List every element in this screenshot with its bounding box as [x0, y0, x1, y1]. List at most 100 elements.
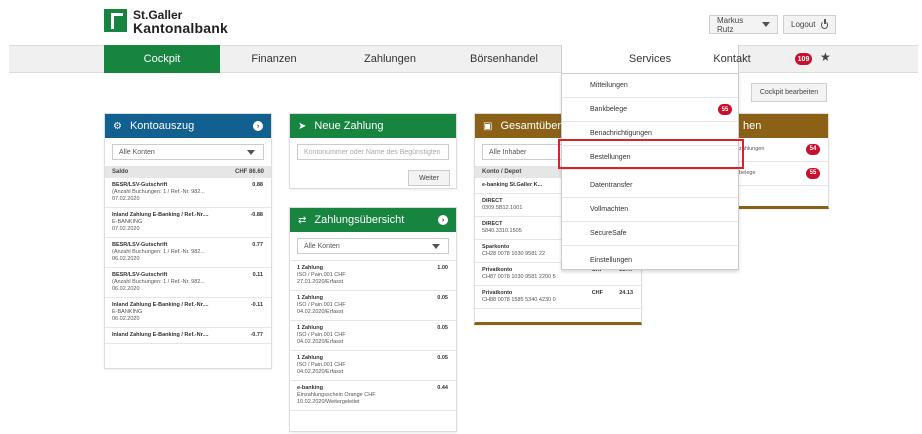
transfer-icon: ⇄: [298, 214, 307, 226]
konto-depot-label: Konto / Depot: [482, 169, 522, 175]
row-t: Inland Zahlung E-Banking / Ref.-Nr....: [112, 332, 209, 338]
menu-item-bankbelege[interactable]: Bankbelege 55: [562, 98, 738, 122]
list-item[interactable]: Inland Zahlung E-Banking / Ref.-Nr.... -0…: [105, 328, 271, 344]
list-item[interactable]: Privatkonto CH88 0078 1585 5340 4230 0 24.…: [475, 286, 641, 309]
list-item[interactable]: Inland Zahlung E-Banking / Ref.-Nr.... E-…: [105, 208, 271, 238]
nav-cockpit[interactable]: Cockpit: [104, 45, 220, 73]
edit-cockpit-button[interactable]: Cockpit bearbeiten: [751, 83, 827, 102]
menu-item-label: Mitteilungen: [590, 82, 628, 89]
zahlungsuebersicht-title: Zahlungsübersicht: [314, 214, 405, 226]
weiter-button[interactable]: Weiter: [408, 170, 450, 186]
row-d: ISO / Pain.001 CHF: [297, 302, 346, 308]
menu-item-securesafe[interactable]: SecureSafe: [562, 222, 738, 246]
row-d: (Anzahl Buchungen: 1 / Ref.-Nr. 982...: [112, 279, 205, 285]
saldo-row: Saldo CHF 86.60: [105, 166, 271, 178]
transaction-list: BESR/LSV-Gutschrift (Anzahl Buchungen: 1 …: [105, 178, 271, 344]
row-d: (Anzahl Buchungen: 1 / Ref.-Nr. 982...: [112, 249, 205, 255]
user-name: Markus Rutz: [717, 15, 744, 34]
row-amount: 0.77: [252, 242, 263, 248]
menu-item-label: SecureSafe: [590, 230, 627, 237]
wallet-icon: ▣: [483, 120, 493, 132]
menu-item-label: Benachrichtigungen: [590, 130, 652, 137]
row-amount: 0.05: [437, 325, 448, 331]
payment-list: 1 Zahlung ISO / Pain.001 CHF 27.01.2020/Er…: [290, 260, 456, 411]
row-d: Einzahlungsschein Orange CHF: [297, 392, 376, 398]
list-item[interactable]: 1 Zahlung ISO / Pain.001 CHF 04.02.2020/Er…: [290, 291, 456, 321]
power-icon: [821, 18, 828, 29]
row-d: ISO / Pain.001 CHF: [297, 332, 346, 338]
row-date: 04.02.2020/Erfasst: [297, 309, 344, 315]
zahlungsuebersicht-header[interactable]: ⇄ Zahlungsübersicht ›: [290, 208, 456, 232]
row-date: 07.02.2020: [112, 226, 140, 232]
row-date: 04.02.2020/Erfasst: [297, 339, 344, 345]
neue-zahlung-panel: ➤ Neue Zahlung Kontonummer oder Name des…: [289, 113, 457, 189]
neue-zahlung-header: ➤ Neue Zahlung: [290, 114, 456, 138]
row-d: (Anzahl Buchungen: 1 / Ref.-Nr. 982...: [112, 189, 205, 195]
row-d: CH87 0078 1030 9581 2200 5: [482, 274, 556, 280]
row-d: E-BANKING: [112, 219, 143, 225]
row-t: 1 Zahlung: [297, 355, 323, 361]
recipient-input[interactable]: Kontonummer oder Name des Begünstigten: [297, 144, 449, 160]
row-amount: 0.44: [437, 385, 448, 391]
neue-zahlung-title: Neue Zahlung: [314, 120, 384, 132]
kontoauszug-header[interactable]: ⚙ Kontoauszug ›: [105, 114, 271, 138]
user-menu-button[interactable]: Markus Rutz: [709, 15, 778, 34]
list-item[interactable]: BESR/LSV-Gutschrift (Anzahl Buchungen: 1 …: [105, 268, 271, 298]
row-d: CH88 0078 1585 5340 4230 0: [482, 297, 556, 303]
nav-finanzen[interactable]: Finanzen: [224, 45, 324, 73]
payments-account-select[interactable]: Alle Konten: [297, 238, 449, 254]
saldo-value: CHF 86.60: [234, 169, 264, 175]
nachrichten-title: hen: [743, 120, 762, 132]
nav-zahlungen[interactable]: Zahlungen: [332, 45, 448, 73]
logout-button[interactable]: Logout: [783, 15, 836, 34]
notification-badge[interactable]: 109: [795, 53, 812, 65]
list-item[interactable]: 1 Zahlung ISO / Pain.001 CHF 04.02.2020/Er…: [290, 351, 456, 381]
services-dropdown: Mitteilungen Bankbelege 55 Benachrichtigu…: [561, 73, 739, 270]
menu-badge: 55: [718, 104, 732, 115]
kontoauszug-panel: ⚙ Kontoauszug › Alle Konten Saldo CHF 86…: [104, 113, 272, 369]
row-t: 1 Zahlung: [297, 325, 323, 331]
nav-kontakt[interactable]: Kontakt: [680, 45, 784, 73]
logout-label: Logout: [791, 20, 816, 29]
list-item[interactable]: BESR/LSV-Gutschrift (Anzahl Buchungen: 1 …: [105, 238, 271, 268]
menu-item-datentransfer[interactable]: Datentransfer: [562, 174, 738, 198]
list-item[interactable]: e-banking Einzahlungsschein Orange CHF 10.…: [290, 381, 456, 411]
nachrichten-header[interactable]: hen: [739, 114, 828, 138]
chevron-right-icon[interactable]: ›: [438, 215, 448, 225]
row-t: 1 Zahlung: [297, 295, 323, 301]
payment-icon: ➤: [298, 120, 307, 132]
row-amount: 0.05: [437, 355, 448, 361]
list-item[interactable]: 1 Zahlung ISO / Pain.001 CHF 27.01.2020/Er…: [290, 261, 456, 291]
menu-item-label: Vollmachten: [590, 206, 629, 213]
list-item[interactable]: BESR/LSV-Gutschrift (Anzahl Buchungen: 1 …: [105, 178, 271, 208]
row-amount: -0.11: [250, 302, 263, 308]
row-amount: 0.05: [437, 295, 448, 301]
row-d: ISO / Pain.001 CHF: [297, 272, 346, 278]
gesamtuebersicht-title: Gesamtübersi: [500, 120, 569, 132]
list-item[interactable]: Inland Zahlung E-Banking / Ref.-Nr.... E-…: [105, 298, 271, 328]
star-icon[interactable]: ★: [820, 50, 831, 64]
account-select-value: Alle Konten: [119, 148, 155, 156]
menu-item-einstellungen[interactable]: Einstellungen: [562, 248, 738, 272]
nav-boersenhandel[interactable]: Börsenhandel: [452, 45, 556, 73]
row-date: 10.02.2020/Weitergeleitet: [297, 399, 360, 405]
kontoauszug-title: Kontoauszug: [129, 120, 195, 132]
row-amount: 1.00: [437, 265, 448, 271]
bank-logo[interactable]: St.Galler Kantonalbank: [104, 8, 244, 37]
highlight-box: [558, 139, 744, 169]
nachrichten-item-zahlungen[interactable]: zahlungen 54: [739, 138, 828, 162]
menu-item-label: Bankbelege: [590, 106, 627, 113]
saldo-label: Saldo: [112, 169, 129, 175]
row-t: BESR/LSV-Gutschrift: [112, 242, 168, 248]
menu-item-mitteilungen[interactable]: Mitteilungen: [562, 74, 738, 98]
chevron-right-icon[interactable]: ›: [253, 121, 263, 131]
row-t: Inland Zahlung E-Banking / Ref.-Nr....: [112, 212, 209, 218]
chevron-down-icon: [432, 244, 440, 249]
row-date: 06.02.2020: [112, 286, 140, 292]
nachrichten-item-belege[interactable]: belege 55: [739, 162, 828, 186]
menu-item-vollmachten[interactable]: Vollmachten: [562, 198, 738, 222]
payments-select-value: Alle Konten: [304, 242, 340, 250]
chevron-down-icon: [247, 150, 255, 155]
account-select[interactable]: Alle Konten: [112, 144, 264, 160]
list-item[interactable]: 1 Zahlung ISO / Pain.001 CHF 04.02.2020/Er…: [290, 321, 456, 351]
